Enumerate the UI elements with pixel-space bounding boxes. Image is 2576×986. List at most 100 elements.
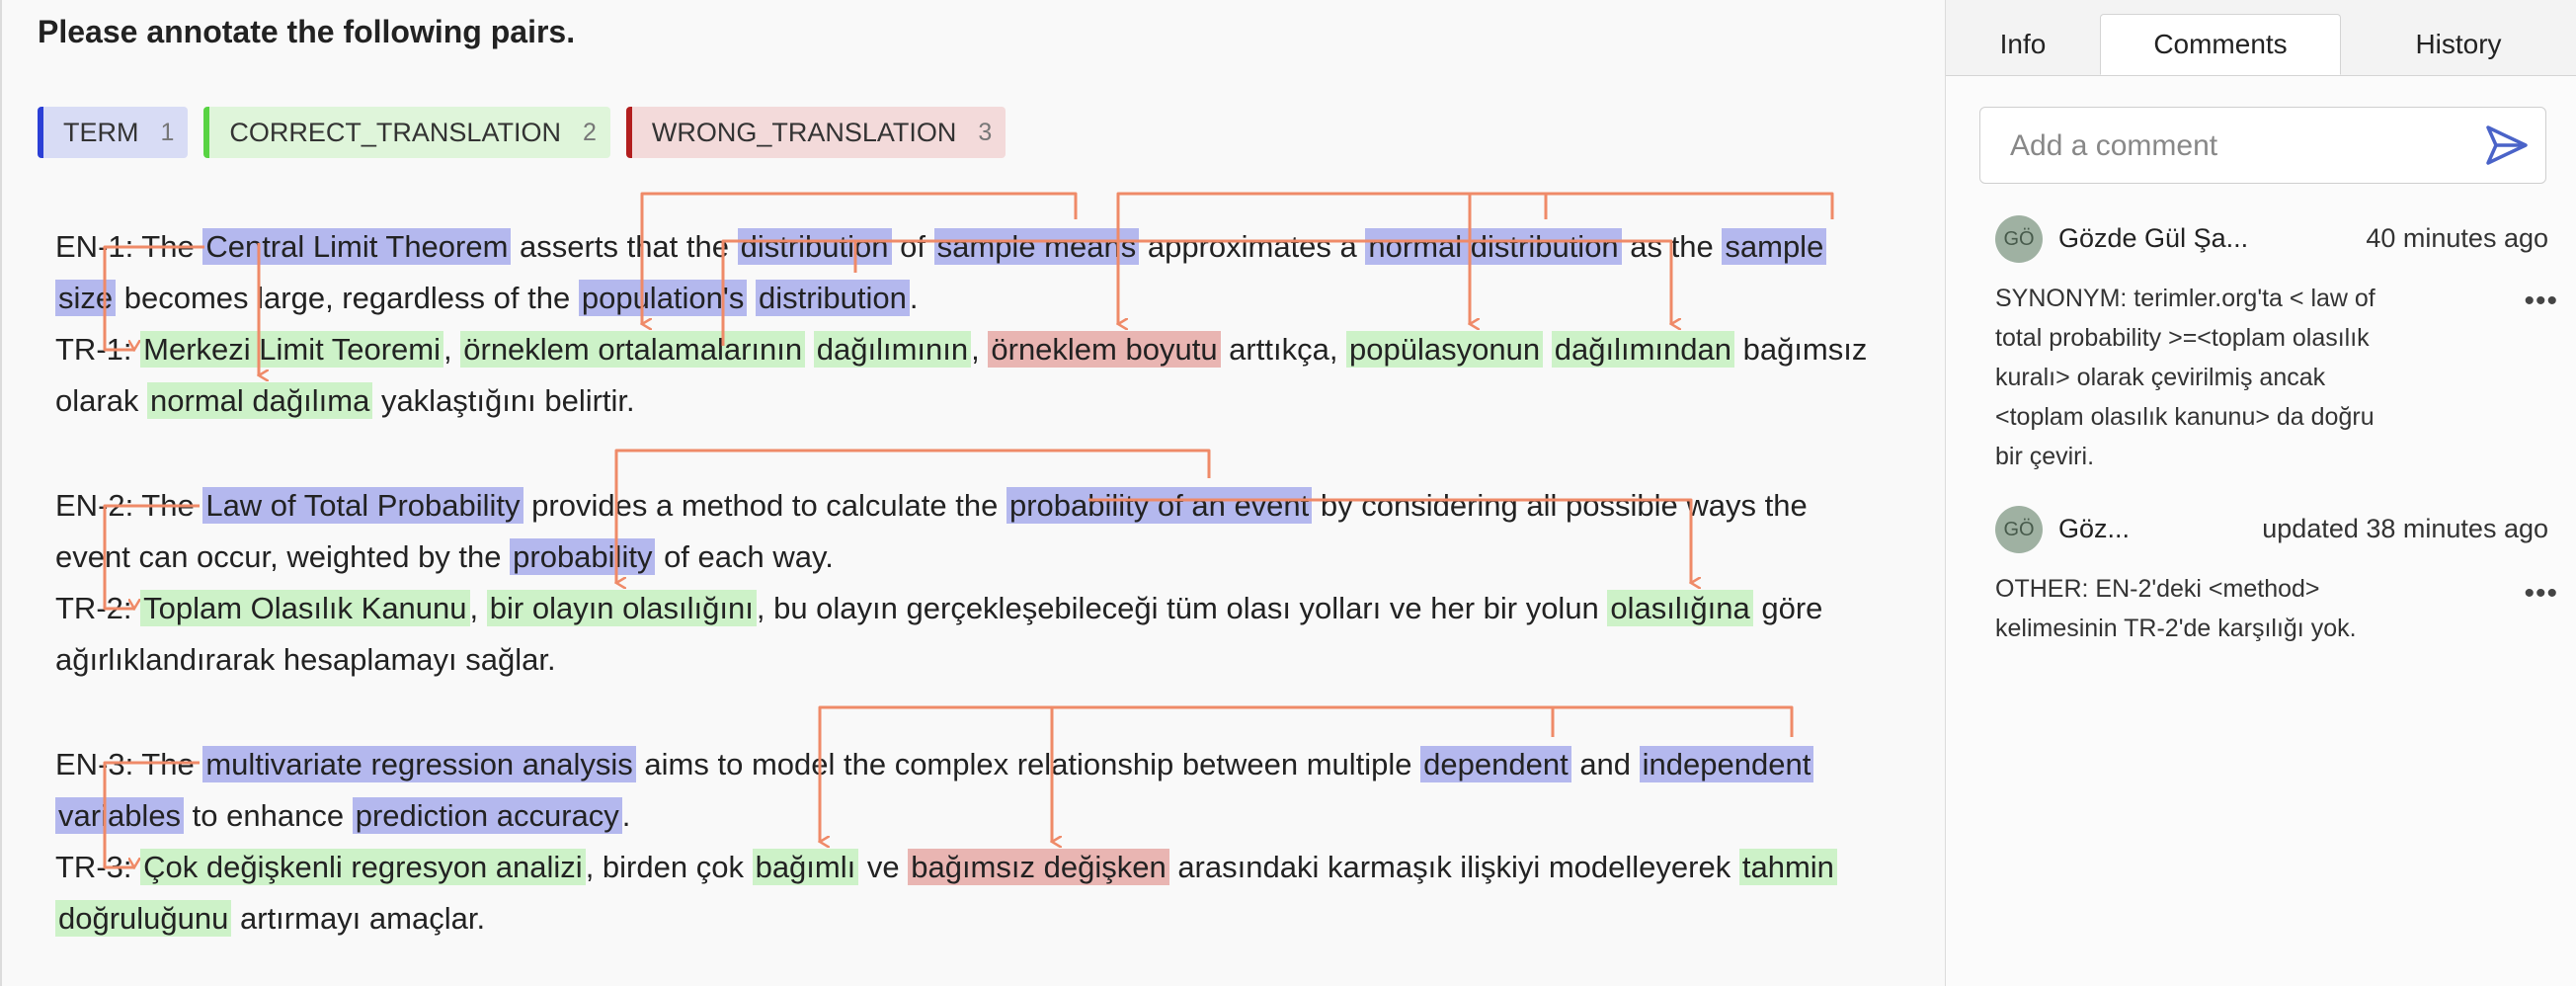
text-segment: by considering all possible ways the (1312, 488, 1808, 523)
correct-translation-span[interactable]: Merkezi Limit Teoremi (140, 331, 444, 368)
text-segment: aims to model the complex relationship b… (635, 747, 1421, 781)
en-1-line-1: EN-1: The Central Limit Theorem asserts … (55, 221, 1827, 273)
term-span[interactable]: population's (578, 280, 748, 316)
comment-menu-icon[interactable]: ••• (2524, 285, 2558, 318)
tr-3-line-1: TR-3: Çok değişkenli regresyon analizi, … (55, 842, 1837, 893)
text-segment: becomes large, regardless of the (116, 281, 579, 315)
text-segment: of each way. (655, 539, 834, 574)
wrong-translation-span[interactable]: bağımsız değişken (908, 849, 1169, 885)
text-segment: ve (858, 850, 909, 884)
en-3-line-1: EN-3: The multivariate regression analys… (55, 739, 1814, 790)
tr-1-line-1: TR-1: Merkezi Limit Teoremi, örneklem or… (55, 324, 1867, 375)
correct-translation-span[interactable]: örneklem ortalamalarının (460, 331, 806, 368)
correct-translation-span[interactable]: bağımlı (752, 849, 859, 885)
tr-2-line-2: ağırlıklandırarak hesaplamayı sağlar. (55, 634, 556, 686)
tr-1-line-2: olarak normal dağılıma yaklaştığını beli… (55, 375, 635, 427)
text-segment: of (891, 229, 934, 264)
label-name: CORRECT_TRANSLATION (229, 117, 561, 147)
text-segment (1543, 332, 1552, 367)
send-button[interactable] (2484, 123, 2530, 167)
text-segment: to enhance (184, 798, 353, 833)
tab-info[interactable]: Info (1946, 14, 2100, 75)
text-segment: approximates a (1139, 229, 1366, 264)
text-segment: , (443, 332, 461, 367)
comment-time: updated 38 minutes ago (2262, 514, 2548, 543)
term-span[interactable]: variables (55, 797, 185, 834)
term-span[interactable]: Central Limit Theorem (202, 228, 512, 265)
comment-text: OTHER: EN-2'deki <method> kelimesinin TR… (1995, 575, 2357, 642)
panel-tabs: Info Comments History (1946, 0, 2576, 76)
text-segment: arasındaki karmaşık ilişkiyi modelleyere… (1168, 850, 1739, 884)
text-segment: yaklaştığını belirtir. (372, 383, 635, 418)
term-span[interactable]: independent (1639, 746, 1814, 782)
correct-translation-span[interactable]: Toplam Olasılık Kanunu (140, 590, 470, 626)
en-2-line-2: event can occur, weighted by the probabi… (55, 532, 834, 583)
comment-time: 40 minutes ago (2366, 223, 2548, 253)
label-name: TERM (63, 117, 139, 147)
text-segment: TR-1: (55, 332, 141, 367)
correct-translation-span[interactable]: olasılığına (1607, 590, 1753, 626)
term-span[interactable]: multivariate regression analysis (202, 746, 636, 782)
avatar: GÖ (1995, 506, 2043, 553)
side-panel: Info Comments History GÖ Gözde Gül Şa...… (1946, 0, 2576, 986)
text-segment: EN-3: The (55, 747, 203, 781)
text-segment: arttıkça, (1220, 332, 1347, 367)
term-span[interactable]: distribution (737, 228, 892, 265)
text-segment: , (971, 332, 989, 367)
correct-translation-span[interactable]: normal dağılıma (147, 382, 373, 419)
term-span[interactable]: distribution (755, 280, 910, 316)
text-segment: . (621, 798, 631, 833)
text-segment: artırmayı amaçlar. (231, 901, 486, 936)
correct-translation-span[interactable]: bir olayın olasılığını (486, 590, 757, 626)
text-segment: asserts that the (511, 229, 738, 264)
term-span[interactable]: probability (510, 538, 656, 575)
tab-history[interactable]: History (2341, 14, 2576, 75)
text-segment: ağırlıklandırarak hesaplamayı sağlar. (55, 642, 556, 677)
correct-translation-span[interactable]: tahmin (1738, 849, 1837, 885)
avatar: GÖ (1995, 215, 2043, 263)
term-span[interactable]: prediction accuracy (352, 797, 622, 834)
term-span[interactable]: size (55, 280, 117, 316)
term-span[interactable]: sample (1722, 228, 1827, 265)
label-shortcut: 3 (978, 118, 993, 146)
label-term[interactable]: TERM 1 (38, 107, 189, 158)
text-segment: göre (1752, 591, 1823, 625)
text-segment: provides a method to calculate the (523, 488, 1006, 523)
term-span[interactable]: normal distribution (1365, 228, 1622, 265)
send-icon (2486, 125, 2528, 165)
text-segment: . (909, 281, 919, 315)
comment-text: SYNONYM: terimler.org'ta < law of total … (1995, 285, 2375, 470)
tab-comments[interactable]: Comments (2100, 14, 2341, 75)
text-segment: bağımsız (1733, 332, 1868, 367)
correct-translation-span[interactable]: doğruluğunu (55, 900, 232, 937)
text-segment: event can occur, weighted by the (55, 539, 511, 574)
correct-translation-span[interactable]: Çok değişkenli regresyon analizi (140, 849, 586, 885)
text-segment: , (469, 591, 487, 625)
wrong-translation-span[interactable]: örneklem boyutu (988, 331, 1221, 368)
label-correct-translation[interactable]: CORRECT_TRANSLATION 2 (203, 107, 610, 158)
comment-box (1979, 107, 2546, 185)
task-title: Please annotate the following pairs. (38, 14, 576, 49)
term-span[interactable]: dependent (1420, 746, 1571, 782)
label-wrong-translation[interactable]: WRONG_TRANSLATION 3 (625, 107, 1006, 158)
comment-item: GÖ Göz... updated 38 minutes ago OTHER: … (1995, 506, 2548, 648)
text-segment: , bu olayın gerçekleşebileceği tüm olası… (756, 591, 1608, 625)
correct-translation-span[interactable]: popülasyonun (1346, 331, 1544, 368)
label-shortcut: 2 (582, 118, 597, 146)
comment-author: Gözde Gül Şa... (2058, 223, 2249, 253)
tr-3-line-2: doğruluğunu artırmayı amaçlar. (55, 893, 485, 945)
text-segment: TR-2: (55, 591, 141, 625)
correct-translation-span[interactable]: dağılımından (1551, 331, 1734, 368)
text-segment: and (1570, 747, 1640, 781)
label-bar: TERM 1 CORRECT_TRANSLATION 2 WRONG_TRANS… (38, 107, 1006, 158)
comment-menu-icon[interactable]: ••• (2524, 577, 2558, 611)
term-span[interactable]: probability of an event (1006, 487, 1313, 524)
comment-item: GÖ Gözde Gül Şa... 40 minutes ago SYNONY… (1995, 215, 2548, 476)
label-name: WRONG_TRANSLATION (651, 117, 957, 147)
en-1-line-2: size becomes large, regardless of the po… (55, 273, 919, 324)
correct-translation-span[interactable]: dağılımının (813, 331, 972, 368)
text-segment: , birden çok (585, 850, 753, 884)
term-span[interactable]: sample means (933, 228, 1140, 265)
comment-input[interactable] (1980, 108, 2486, 185)
term-span[interactable]: Law of Total Probability (202, 487, 523, 524)
